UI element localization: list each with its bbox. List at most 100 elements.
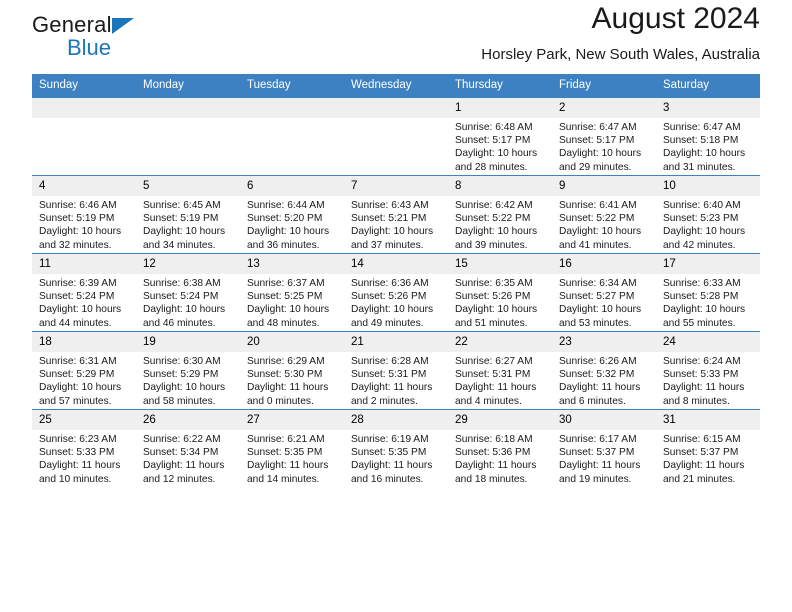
calendar-page: General Blue August 2024 Horsley Park, N… [0, 0, 792, 612]
daylight-duration-line1: Daylight: 10 hours [351, 226, 434, 238]
calendar-day-cell[interactable]: 2 Sunrise: 6:47 AM Sunset: 5:17 PM Daylight… [552, 97, 656, 176]
general-blue-logo[interactable]: General Blue [32, 12, 232, 59]
day-sun-info: Sunrise: 6:18 AM Sunset: 5:36 PM Daylight:… [448, 430, 552, 486]
calendar-day-cell[interactable]: 5 Sunrise: 6:45 AM Sunset: 5:19 PM Daylight… [136, 175, 240, 254]
calendar-day-cell[interactable]: 10 Sunrise: 6:40 AM Sunset: 5:23 PM Dayligh… [656, 175, 760, 254]
sunrise-time: Sunrise: 6:42 AM [455, 200, 533, 211]
sunrise-time: Sunrise: 6:26 AM [559, 356, 637, 367]
calendar-day-cell[interactable]: 7 Sunrise: 6:43 AM Sunset: 5:21 PM Daylight… [344, 175, 448, 254]
calendar-day-cell[interactable]: 24 Sunrise: 6:24 AM Sunset: 5:33 PM Dayligh… [656, 331, 760, 410]
calendar-day-cell[interactable]: 12 Sunrise: 6:38 AM Sunset: 5:24 PM Dayligh… [136, 253, 240, 332]
sunrise-time: Sunrise: 6:15 AM [663, 434, 741, 445]
daylight-duration-line1: Daylight: 11 hours [663, 460, 745, 472]
calendar-day-cell[interactable]: 9 Sunrise: 6:41 AM Sunset: 5:22 PM Daylight… [552, 175, 656, 254]
daylight-duration-line1: Daylight: 10 hours [455, 148, 538, 160]
calendar-day-cell[interactable]: 21 Sunrise: 6:28 AM Sunset: 5:31 PM Dayligh… [344, 331, 448, 410]
day-sun-info: Sunrise: 6:33 AM Sunset: 5:28 PM Daylight:… [656, 274, 760, 330]
day-sun-info: Sunrise: 6:15 AM Sunset: 5:37 PM Daylight:… [656, 430, 760, 486]
page-title: August 2024 [591, 2, 760, 35]
sunrise-time: Sunrise: 6:36 AM [351, 278, 429, 289]
calendar-day-cell[interactable]: 25 Sunrise: 6:23 AM Sunset: 5:33 PM Dayligh… [32, 409, 136, 488]
sunrise-time: Sunrise: 6:28 AM [351, 356, 429, 367]
sunrise-time: Sunrise: 6:30 AM [143, 356, 221, 367]
sunrise-time: Sunrise: 6:17 AM [559, 434, 637, 445]
day-number: 17 [656, 254, 760, 274]
calendar-day-cell[interactable]: 8 Sunrise: 6:42 AM Sunset: 5:22 PM Daylight… [448, 175, 552, 254]
calendar-day-cell[interactable]: 16 Sunrise: 6:34 AM Sunset: 5:27 PM Dayligh… [552, 253, 656, 332]
calendar-day-cell[interactable]: 26 Sunrise: 6:22 AM Sunset: 5:34 PM Dayligh… [136, 409, 240, 488]
calendar-day-cell[interactable]: 11 Sunrise: 6:39 AM Sunset: 5:24 PM Dayligh… [32, 253, 136, 332]
day-number-placeholder [32, 98, 136, 118]
sunset-time: Sunset: 5:18 PM [663, 135, 739, 147]
calendar-day-cell[interactable]: 1 Sunrise: 6:48 AM Sunset: 5:17 PM Daylight… [448, 97, 552, 176]
day-number: 13 [240, 254, 344, 274]
daylight-duration-line1: Daylight: 11 hours [247, 382, 329, 394]
day-sun-info: Sunrise: 6:30 AM Sunset: 5:29 PM Daylight:… [136, 352, 240, 408]
sunset-time: Sunset: 5:33 PM [663, 369, 739, 381]
calendar-day-cell[interactable]: 6 Sunrise: 6:44 AM Sunset: 5:20 PM Daylight… [240, 175, 344, 254]
calendar-day-cell[interactable]: 14 Sunrise: 6:36 AM Sunset: 5:26 PM Dayligh… [344, 253, 448, 332]
calendar-day-cell[interactable]: 13 Sunrise: 6:37 AM Sunset: 5:25 PM Dayligh… [240, 253, 344, 332]
daylight-duration-line2: and 10 minutes. [39, 473, 112, 485]
sunset-time: Sunset: 5:24 PM [39, 291, 115, 303]
calendar-day-cell[interactable]: 18 Sunrise: 6:31 AM Sunset: 5:29 PM Dayligh… [32, 331, 136, 410]
sunset-time: Sunset: 5:22 PM [559, 213, 635, 225]
sunset-time: Sunset: 5:27 PM [559, 291, 635, 303]
day-sun-info: Sunrise: 6:36 AM Sunset: 5:26 PM Daylight:… [344, 274, 448, 330]
day-number: 28 [344, 410, 448, 430]
day-sun-info: Sunrise: 6:47 AM Sunset: 5:18 PM Daylight:… [656, 118, 760, 174]
day-sun-info: Sunrise: 6:42 AM Sunset: 5:22 PM Daylight:… [448, 196, 552, 252]
day-number: 8 [448, 176, 552, 196]
calendar-day-cell[interactable]: 30 Sunrise: 6:17 AM Sunset: 5:37 PM Dayligh… [552, 409, 656, 488]
calendar-day-cell[interactable]: 22 Sunrise: 6:27 AM Sunset: 5:31 PM Dayligh… [448, 331, 552, 410]
calendar-day-cell[interactable]: 3 Sunrise: 6:47 AM Sunset: 5:18 PM Daylight… [656, 97, 760, 176]
sunrise-time: Sunrise: 6:23 AM [39, 434, 117, 445]
day-sun-info: Sunrise: 6:45 AM Sunset: 5:19 PM Daylight:… [136, 196, 240, 252]
calendar-day-cell[interactable]: 4 Sunrise: 6:46 AM Sunset: 5:19 PM Daylight… [32, 175, 136, 254]
calendar-day-cell[interactable]: 29 Sunrise: 6:18 AM Sunset: 5:36 PM Dayligh… [448, 409, 552, 488]
daylight-duration-line2: and 51 minutes. [455, 317, 528, 329]
daylight-duration-line1: Daylight: 10 hours [663, 304, 746, 316]
calendar-day-cell[interactable]: 28 Sunrise: 6:19 AM Sunset: 5:35 PM Dayligh… [344, 409, 448, 488]
sunrise-time: Sunrise: 6:47 AM [559, 122, 637, 133]
day-number: 7 [344, 176, 448, 196]
daylight-duration-line1: Daylight: 10 hours [559, 148, 642, 160]
day-number: 10 [656, 176, 760, 196]
daylight-duration-line2: and 31 minutes. [663, 161, 736, 173]
calendar-cell-empty [240, 97, 344, 176]
sunset-time: Sunset: 5:22 PM [455, 213, 531, 225]
day-number: 5 [136, 176, 240, 196]
calendar-day-cell[interactable]: 17 Sunrise: 6:33 AM Sunset: 5:28 PM Dayligh… [656, 253, 760, 332]
day-sun-info: Sunrise: 6:35 AM Sunset: 5:26 PM Daylight:… [448, 274, 552, 330]
calendar-day-cell[interactable]: 27 Sunrise: 6:21 AM Sunset: 5:35 PM Dayligh… [240, 409, 344, 488]
daylight-duration-line2: and 39 minutes. [455, 239, 528, 251]
daylight-duration-line1: Daylight: 11 hours [559, 460, 641, 472]
calendar-day-cell[interactable]: 20 Sunrise: 6:29 AM Sunset: 5:30 PM Dayligh… [240, 331, 344, 410]
calendar-day-cell[interactable]: 31 Sunrise: 6:15 AM Sunset: 5:37 PM Dayligh… [656, 409, 760, 488]
daylight-duration-line1: Daylight: 11 hours [143, 460, 225, 472]
sunset-time: Sunset: 5:35 PM [247, 447, 323, 459]
daylight-duration-line2: and 55 minutes. [663, 317, 736, 329]
daylight-duration-line1: Daylight: 10 hours [247, 304, 330, 316]
calendar-week-row: 18 Sunrise: 6:31 AM Sunset: 5:29 PM Dayligh… [32, 331, 760, 410]
day-number: 2 [552, 98, 656, 118]
day-sun-info: Sunrise: 6:31 AM Sunset: 5:29 PM Daylight:… [32, 352, 136, 408]
calendar-day-cell[interactable]: 23 Sunrise: 6:26 AM Sunset: 5:32 PM Dayligh… [552, 331, 656, 410]
sunset-time: Sunset: 5:23 PM [663, 213, 739, 225]
sunset-time: Sunset: 5:26 PM [351, 291, 427, 303]
calendar-week-row: 4 Sunrise: 6:46 AM Sunset: 5:19 PM Daylight… [32, 175, 760, 254]
calendar-day-cell[interactable]: 19 Sunrise: 6:30 AM Sunset: 5:29 PM Dayligh… [136, 331, 240, 410]
sunrise-time: Sunrise: 6:40 AM [663, 200, 741, 211]
day-number: 24 [656, 332, 760, 352]
sunset-time: Sunset: 5:20 PM [247, 213, 323, 225]
daylight-duration-line2: and 36 minutes. [247, 239, 320, 251]
day-sun-info: Sunrise: 6:39 AM Sunset: 5:24 PM Daylight:… [32, 274, 136, 330]
logo-top-row: General [32, 12, 232, 36]
daylight-duration-line2: and 42 minutes. [663, 239, 736, 251]
sunset-time: Sunset: 5:32 PM [559, 369, 635, 381]
day-sun-info: Sunrise: 6:41 AM Sunset: 5:22 PM Daylight:… [552, 196, 656, 252]
calendar-day-cell[interactable]: 15 Sunrise: 6:35 AM Sunset: 5:26 PM Dayligh… [448, 253, 552, 332]
daylight-duration-line1: Daylight: 10 hours [559, 304, 642, 316]
sunset-time: Sunset: 5:31 PM [455, 369, 531, 381]
daylight-duration-line2: and 37 minutes. [351, 239, 424, 251]
